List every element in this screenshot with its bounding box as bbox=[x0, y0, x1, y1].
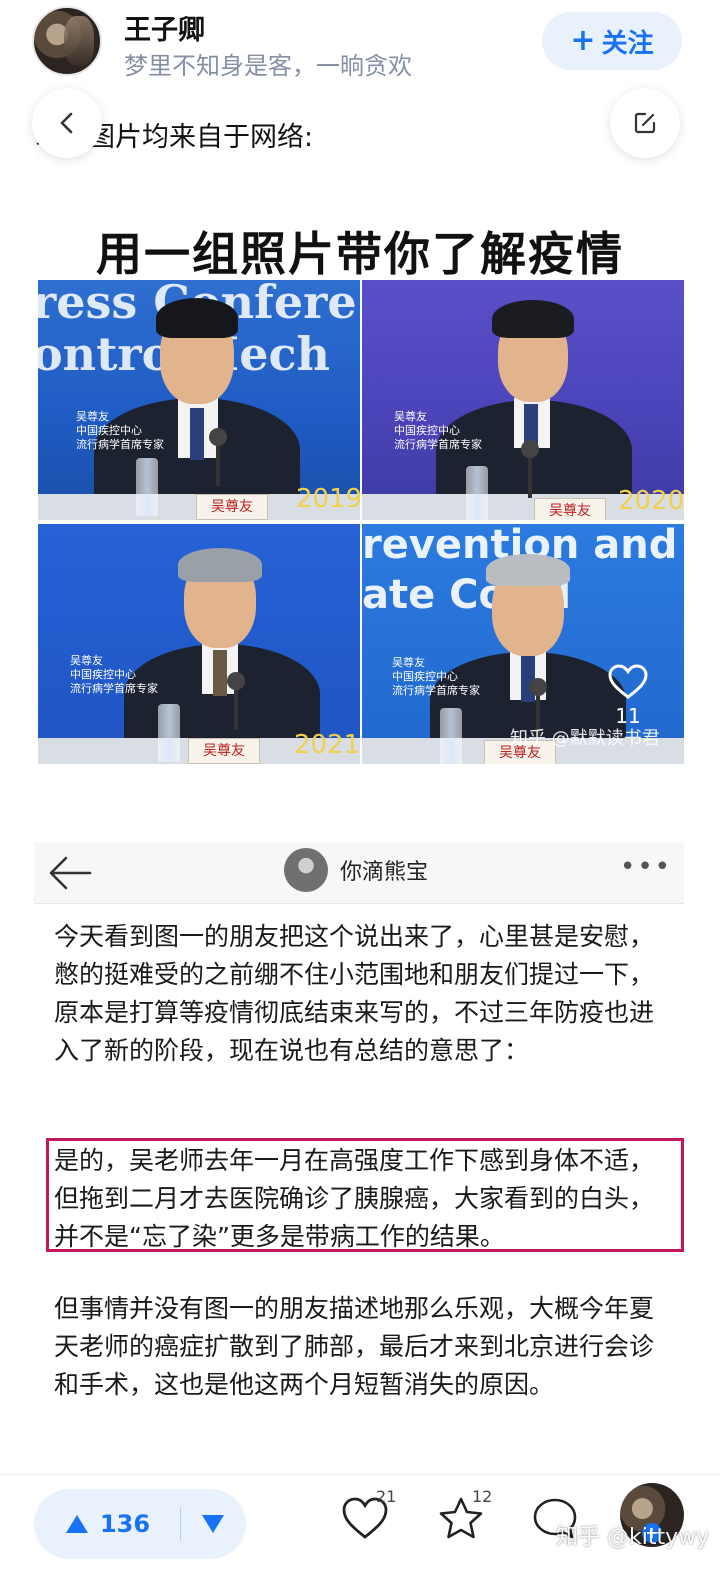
heart-icon bbox=[608, 664, 648, 699]
person-hair bbox=[486, 554, 570, 586]
nameplate: 吴尊友 bbox=[196, 494, 268, 520]
more-icon: ••• bbox=[620, 852, 673, 882]
upvote-count: 136 bbox=[99, 1510, 151, 1538]
author-avatar[interactable] bbox=[32, 6, 102, 76]
like-count: 21 bbox=[376, 1487, 397, 1506]
photo-2020: 吴尊友 中国疾控中心 流行病学首席专家 吴尊友 2020 bbox=[362, 280, 684, 520]
water-bottle bbox=[440, 708, 462, 764]
favorite-count: 12 bbox=[472, 1487, 493, 1506]
year-label: 2019 bbox=[296, 484, 360, 514]
photo-caption: 吴尊友 中国疾控中心 流行病学首席专家 bbox=[394, 410, 482, 451]
image-watermark: 知乎 @默默读书君 bbox=[510, 728, 660, 749]
plus-icon: + bbox=[570, 23, 596, 58]
photo-grid[interactable]: ress Confere ontro Mech 吴尊友 中国疾控中心 流行病学首… bbox=[38, 280, 684, 764]
year-label: 2020 bbox=[618, 486, 684, 516]
favorite-button[interactable]: 12 bbox=[436, 1487, 492, 1545]
screenshot-paragraph-3: 但事情并没有图一的朋友描述地那么乐观，大概今年夏天老师的癌症扩散到了肺部，最后才… bbox=[54, 1294, 655, 1399]
screenshot-paragraph-2: 是的，吴老师去年一月在高强度工作下感到身体不适，但拖到二月才去医院确诊了胰腺癌，… bbox=[54, 1146, 655, 1251]
edit-button[interactable] bbox=[610, 88, 680, 158]
triangle-up-icon bbox=[65, 1515, 88, 1533]
nameplate: 吴尊友 bbox=[188, 738, 260, 764]
triangle-down-icon bbox=[202, 1515, 224, 1533]
photo-caption: 吴尊友 中国疾控中心 流行病学首席专家 bbox=[392, 656, 480, 697]
water-bottle bbox=[158, 704, 180, 762]
upvote-button[interactable]: 136 bbox=[34, 1489, 180, 1559]
vote-control: 136 bbox=[34, 1489, 246, 1559]
author-signature: 梦里不知身是客，一晌贪欢 bbox=[124, 52, 412, 80]
screenshot-user-avatar bbox=[284, 848, 328, 892]
person-hair bbox=[492, 300, 574, 338]
screenshot-paragraph-1: 今天看到图一的朋友把这个说出来了，心里甚是安慰，憋的挺难受的之前绷不住小范围地和… bbox=[54, 922, 655, 1065]
bottom-watermark: 知乎 @kittywy bbox=[556, 1525, 710, 1550]
follow-button[interactable]: + 关注 bbox=[542, 12, 682, 70]
nameplate: 吴尊友 bbox=[534, 498, 606, 520]
image-like-button[interactable]: 11 bbox=[606, 664, 650, 728]
water-bottle bbox=[466, 466, 488, 520]
screenshot-nav-bar: 你滴熊宝 ••• bbox=[34, 842, 684, 904]
embedded-screenshot[interactable]: 你滴熊宝 ••• 今天看到图一的朋友把这个说出来了，心里甚是安慰，憋的挺难受的之… bbox=[34, 842, 684, 1462]
figure-title: 用一组照片带你了解疫情 bbox=[96, 227, 624, 281]
photo-2019: ress Confere ontro Mech 吴尊友 中国疾控中心 流行病学首… bbox=[38, 280, 360, 520]
edit-icon bbox=[634, 112, 656, 134]
year-label: 2021 bbox=[294, 730, 360, 760]
arrow-left-icon bbox=[49, 856, 92, 890]
post-header: 王子卿 梦里不知身是客，一晌贪欢 + 关注 bbox=[0, 0, 720, 84]
microphone bbox=[209, 428, 227, 486]
person-hair bbox=[156, 298, 238, 338]
water-bottle bbox=[136, 458, 158, 516]
person-tie bbox=[190, 408, 204, 460]
person-hair bbox=[178, 548, 262, 582]
photo-2021: 吴尊友 中国疾控中心 流行病学首席专家 吴尊友 2021 bbox=[38, 524, 360, 764]
author-name[interactable]: 王子卿 bbox=[124, 8, 205, 47]
downvote-button[interactable] bbox=[180, 1489, 246, 1559]
back-button[interactable] bbox=[32, 88, 102, 158]
like-button[interactable]: 21 bbox=[340, 1487, 396, 1545]
bottom-action-bar: 136 21 12 + 知乎 @kittywy bbox=[0, 1474, 720, 1584]
microphone bbox=[227, 672, 245, 730]
photo-caption: 吴尊友 中国疾控中心 流行病学首席专家 bbox=[76, 410, 164, 451]
chevron-left-icon bbox=[60, 112, 73, 134]
follow-label: 关注 bbox=[601, 28, 654, 59]
person-tie bbox=[213, 650, 227, 696]
microphone bbox=[521, 440, 539, 498]
screenshot-username: 你滴熊宝 bbox=[340, 860, 429, 885]
photo-caption: 吴尊友 中国疾控中心 流行病学首席专家 bbox=[70, 654, 158, 695]
